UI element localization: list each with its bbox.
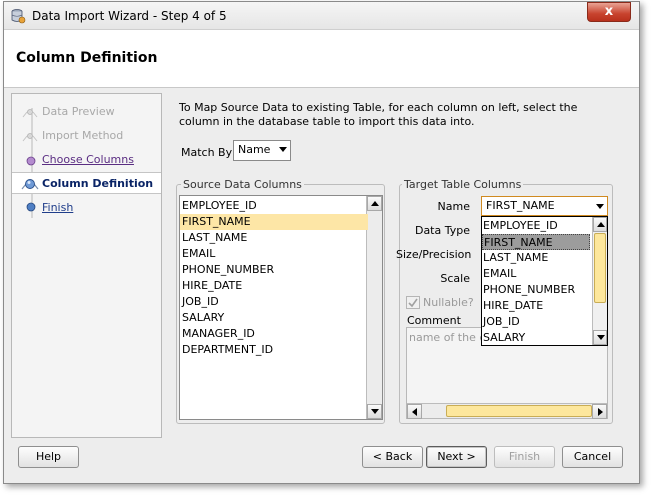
step-data-preview: Data Preview: [12, 101, 161, 123]
dropdown-option[interactable]: LAST_NAME: [482, 250, 591, 266]
disabled-step-icon: [22, 129, 38, 143]
name-select[interactable]: FIRST_NAME: [481, 196, 608, 216]
source-column-item[interactable]: EMPLOYEE_ID: [180, 198, 368, 214]
current-step-icon: [21, 176, 39, 192]
step-import-method: Import Method: [12, 125, 161, 147]
back-button-label: < Back: [372, 450, 413, 463]
checkmark-icon: [408, 298, 418, 308]
name-dropdown-list[interactable]: EMPLOYEE_ID FIRST_NAME LAST_NAME EMAIL PHONE…: [481, 216, 608, 346]
arrow-right-icon: [598, 408, 603, 416]
help-button[interactable]: Help: [18, 446, 79, 468]
dropdown-option[interactable]: SALARY: [482, 330, 591, 346]
scroll-down-button[interactable]: [593, 330, 607, 345]
dropdown-option[interactable]: HIRE_DATE: [482, 298, 591, 314]
wizard-steps-panel: Data Preview Import Method Choose Column…: [11, 93, 162, 438]
scale-label: Scale: [440, 272, 470, 285]
help-button-label: Help: [35, 450, 62, 463]
dropdown-option[interactable]: EMPLOYEE_ID: [482, 218, 591, 234]
source-column-item[interactable]: LAST_NAME: [180, 230, 368, 246]
arrow-down-icon: [371, 409, 379, 414]
nullable-checkbox[interactable]: [406, 296, 420, 309]
dropdown-scrollbar[interactable]: [592, 217, 607, 345]
finish-button-label: Finish: [508, 450, 541, 463]
data-type-label: Data Type: [414, 224, 470, 237]
scroll-up-button[interactable]: [593, 217, 607, 232]
dropdown-option[interactable]: PHONE_NUMBER: [482, 282, 591, 298]
source-column-item[interactable]: DEPARTMENT_ID: [180, 342, 368, 358]
arrow-up-icon: [371, 201, 379, 206]
source-column-item[interactable]: EMAIL: [180, 246, 368, 262]
close-button[interactable]: x: [587, 2, 631, 22]
arrow-left-icon: [412, 408, 417, 416]
database-app-icon: [10, 8, 26, 24]
source-column-item[interactable]: FIRST_NAME: [180, 214, 368, 230]
step-choose-columns[interactable]: Choose Columns: [12, 149, 161, 171]
step-column-definition: Column Definition: [12, 172, 161, 194]
comment-label: Comment: [407, 314, 461, 327]
scroll-left-button[interactable]: [407, 404, 422, 419]
size-precision-label: Size/Precision: [396, 248, 472, 261]
comment-hscrollbar[interactable]: [407, 403, 607, 419]
visited-step-icon: [24, 153, 38, 167]
match-by-select[interactable]: Name: [233, 140, 291, 161]
window-title: Data Import Wizard - Step 4 of 5: [32, 9, 227, 23]
dropdown-option[interactable]: EMAIL: [482, 266, 591, 282]
wizard-window: Data Import Wizard - Step 4 of 5 x Colum…: [3, 1, 640, 484]
target-columns-title: Target Table Columns: [402, 178, 524, 191]
next-button-label: Next >: [437, 450, 476, 463]
chevron-down-icon: [279, 147, 287, 152]
scroll-down-button[interactable]: [367, 404, 382, 419]
title-bar[interactable]: Data Import Wizard - Step 4 of 5 x: [4, 2, 639, 30]
scroll-thumb[interactable]: [594, 233, 606, 303]
cancel-button[interactable]: Cancel: [562, 446, 623, 468]
source-list-scrollbar[interactable]: [366, 196, 382, 419]
source-column-item[interactable]: HIRE_DATE: [180, 278, 368, 294]
scroll-up-button[interactable]: [367, 196, 382, 211]
nullable-label: Nullable?: [423, 296, 474, 309]
finish-button[interactable]: Finish: [494, 446, 555, 468]
source-column-item[interactable]: PHONE_NUMBER: [180, 262, 368, 278]
source-columns-list[interactable]: EMPLOYEE_ID FIRST_NAME LAST_NAME EMAIL PHONE…: [179, 195, 383, 420]
header-band: Column Definition: [4, 30, 639, 88]
arrow-down-icon: [597, 335, 605, 340]
step-finish[interactable]: Finish: [12, 197, 161, 219]
link-step-icon: [24, 201, 38, 215]
source-column-item[interactable]: SALARY: [180, 310, 368, 326]
scroll-right-button[interactable]: [592, 404, 607, 419]
page-title: Column Definition: [16, 50, 158, 66]
match-by-label: Match By: [181, 146, 233, 159]
next-button[interactable]: Next >: [426, 446, 487, 468]
instructions-text: To Map Source Data to existing Table, fo…: [179, 101, 578, 128]
arrow-up-icon: [597, 222, 605, 227]
scroll-thumb[interactable]: [446, 405, 592, 417]
dropdown-option[interactable]: JOB_ID: [482, 314, 591, 330]
source-columns-title: Source Data Columns: [181, 178, 304, 191]
close-icon: x: [604, 4, 614, 19]
disabled-step-icon: [22, 105, 38, 119]
source-column-item[interactable]: MANAGER_ID: [180, 326, 368, 342]
name-label: Name: [437, 200, 470, 213]
back-button[interactable]: < Back: [362, 446, 423, 468]
chevron-down-icon: [596, 204, 604, 209]
dropdown-option[interactable]: FIRST_NAME: [482, 234, 590, 250]
cancel-button-label: Cancel: [573, 450, 612, 463]
source-column-item[interactable]: JOB_ID: [180, 294, 368, 310]
